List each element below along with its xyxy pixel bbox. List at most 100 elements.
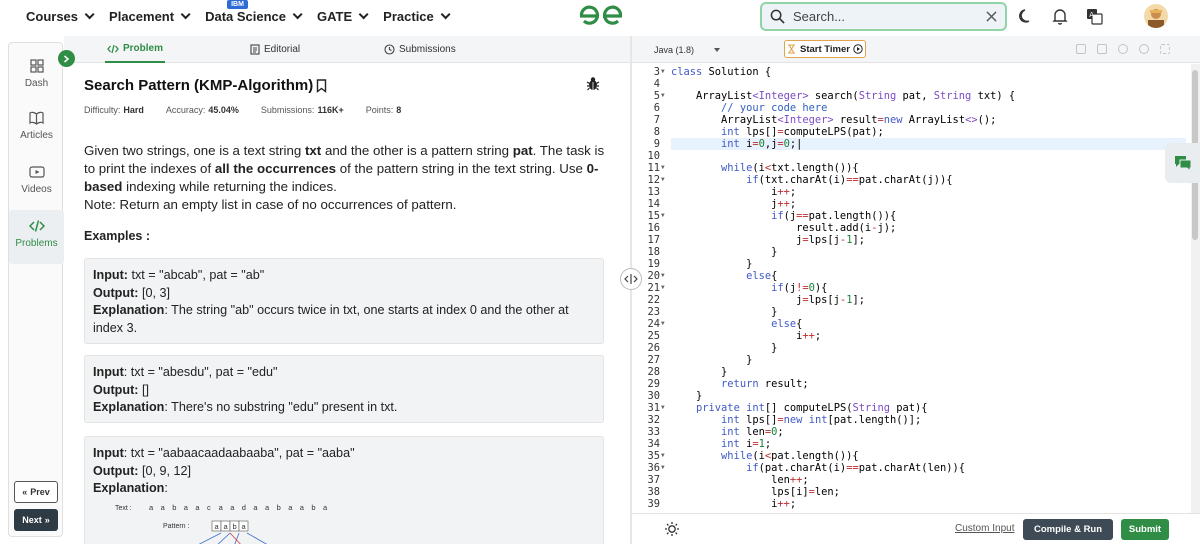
diagram-text-char: a <box>230 503 235 512</box>
custom-input-link[interactable]: Custom Input <box>955 523 1014 534</box>
bookmark-icon[interactable] <box>316 78 327 93</box>
sidebar-item-problems[interactable]: Problems <box>9 210 64 264</box>
input-label: Input <box>93 365 124 379</box>
code-line: if(j==pat.length()){ <box>771 210 897 222</box>
code-editor[interactable]: 3 ▼ class Solution {4 5 ▼ ArrayList<Integer>… <box>632 64 1192 513</box>
report-bug-icon[interactable] <box>586 76 600 91</box>
meta-value: 8 <box>396 105 402 115</box>
chevron-down-icon <box>440 9 451 20</box>
code-line: } <box>671 366 728 378</box>
code-line: j=lps[j-1]; <box>671 234 865 246</box>
fold-arrow-icon[interactable]: ▼ <box>661 318 669 330</box>
code-line: } <box>671 390 703 402</box>
line-number: 19 <box>647 258 660 270</box>
line-number: 9 <box>653 138 660 150</box>
code-line: return result; <box>721 378 809 390</box>
fold-arrow-icon[interactable]: ▼ <box>661 402 669 414</box>
translate-button[interactable]: A <box>1084 6 1104 26</box>
prev-button[interactable]: «Prev <box>14 481 58 503</box>
points: Points: 8 <box>366 105 402 115</box>
chevron-down-icon <box>84 9 95 20</box>
nav-courses-label: Courses <box>26 9 79 24</box>
file-icon[interactable] <box>1097 44 1107 54</box>
next-button[interactable]: Next» <box>14 509 58 531</box>
explanation-label: Explanation <box>93 400 165 414</box>
sun-icon[interactable] <box>664 521 680 537</box>
code-line: lps[i]=len; <box>671 486 840 498</box>
code-line: i++; <box>671 186 797 198</box>
line-number: 15 <box>647 210 660 222</box>
copy-icon[interactable] <box>1076 44 1086 54</box>
chevron-down-icon <box>714 48 720 52</box>
language-select[interactable]: Java (1.8) <box>650 41 724 58</box>
nav-courses[interactable]: Courses <box>26 9 95 24</box>
dashboard-icon <box>29 59 44 73</box>
tab-problem[interactable]: Problem <box>105 36 165 63</box>
line-number: 38 <box>647 486 660 498</box>
collapse-sidebar-button[interactable] <box>58 50 75 67</box>
examples-heading: Examples : <box>84 229 151 243</box>
code-line: class Solution { <box>671 66 772 78</box>
code-line: while(i<pat.length()){ <box>721 450 859 462</box>
diagram-text-char: a <box>265 503 270 512</box>
fold-arrow-icon[interactable]: ▼ <box>661 90 669 102</box>
fold-arrow-icon[interactable]: ▼ <box>661 270 669 282</box>
line-number: 16 <box>647 222 660 234</box>
code-line: int lps[]=new int[pat.length()]; <box>721 414 922 426</box>
pane-resize-handle[interactable] <box>620 268 642 290</box>
desc-bold: txt <box>304 143 322 158</box>
diagram-text-char: a <box>253 503 258 512</box>
nav-gate-label: GATE <box>317 9 353 24</box>
compile-run-button[interactable]: Compile & Run <box>1023 519 1113 540</box>
diagram-pattern-label: Pattern : <box>163 523 190 530</box>
reset-icon[interactable] <box>1139 44 1149 54</box>
fullscreen-icon[interactable] <box>1160 44 1170 54</box>
top-navbar: Courses Placement IBM Data Science GATE P… <box>0 0 1200 33</box>
start-timer-button[interactable]: Start Timer <box>784 40 866 58</box>
notifications-button[interactable] <box>1050 6 1070 26</box>
nav-data-science[interactable]: IBM Data Science <box>205 0 303 24</box>
meta-key: Accuracy: <box>165 105 206 115</box>
gfg-logo[interactable] <box>578 4 624 28</box>
input-value: : txt = "abesdu", pat = "edu" <box>123 365 278 379</box>
problem-meta: Difficulty: Hard Accuracy: 45.04% Submissi… <box>84 105 423 115</box>
nav-gate[interactable]: GATE <box>317 9 369 24</box>
chevron-right-icon <box>64 54 70 63</box>
fold-arrow-icon[interactable]: ▼ <box>661 210 669 222</box>
line-number: 31 <box>647 402 660 414</box>
search-bar[interactable]: Search... <box>760 2 1007 31</box>
output-value: [] <box>138 382 149 397</box>
search-placeholder: Search... <box>793 9 846 24</box>
diagram-text-char: a <box>300 503 305 512</box>
diagram-text-char: b <box>277 503 281 512</box>
tab-editorial[interactable]: Editorial <box>250 36 300 63</box>
accuracy: Accuracy: 45.04% <box>166 105 239 115</box>
fold-arrow-icon[interactable]: ▼ <box>661 174 669 186</box>
nav-practice[interactable]: Practice <box>383 9 451 24</box>
nav-placement[interactable]: Placement <box>109 9 191 24</box>
avatar[interactable] <box>1144 4 1168 28</box>
book-icon <box>29 111 44 125</box>
tab-submissions[interactable]: Submissions <box>384 36 456 63</box>
chevron-down-icon <box>292 9 303 20</box>
code-line: } <box>671 258 753 270</box>
sidebar-item-articles[interactable]: Articles <box>9 111 64 141</box>
submit-button[interactable]: Submit <box>1121 519 1169 540</box>
play-circle-icon <box>853 44 863 54</box>
output-label: Output: <box>93 382 139 397</box>
fold-arrow-icon[interactable]: ▼ <box>661 450 669 462</box>
fold-arrow-icon[interactable]: ▼ <box>661 162 669 174</box>
sidebar-item-dash[interactable]: Dash <box>9 59 64 89</box>
code-line: // your code here <box>721 102 828 114</box>
dark-mode-toggle[interactable] <box>1016 6 1036 26</box>
sidebar-item-videos[interactable]: Videos <box>9 165 64 195</box>
settings-icon[interactable] <box>1118 44 1128 54</box>
close-icon[interactable] <box>986 11 997 22</box>
fold-arrow-icon[interactable]: ▼ <box>661 282 669 294</box>
resize-code-icon <box>624 274 638 284</box>
code-line: j=lps[j-1]; <box>671 294 865 306</box>
chat-button[interactable] <box>1165 143 1200 183</box>
fold-arrow-icon[interactable]: ▼ <box>661 462 669 474</box>
chevron-down-icon <box>358 9 369 20</box>
fold-arrow-icon[interactable]: ▼ <box>661 66 669 78</box>
